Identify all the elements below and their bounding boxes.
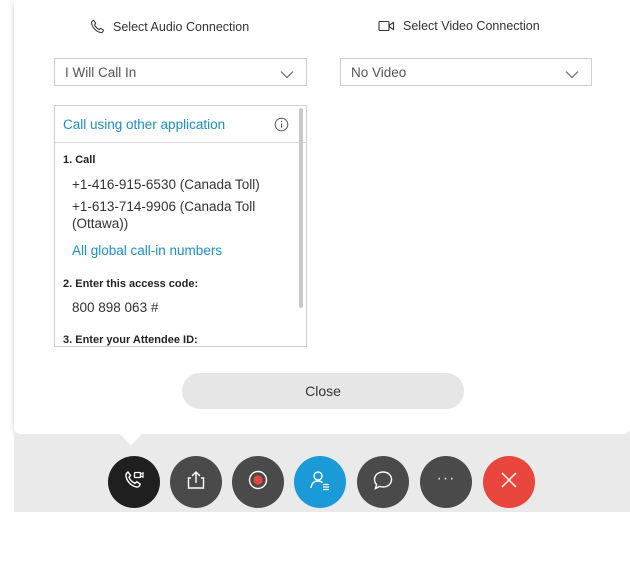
info-icon[interactable] [274,117,289,135]
phone-icon [90,19,105,34]
chevron-down-icon [280,67,294,82]
participants-icon [308,468,332,497]
global-call-in-numbers-link[interactable]: All global call-in numbers [72,243,222,258]
video-connection-label: Select Video Connection [403,19,540,33]
scrollbar[interactable] [299,108,303,308]
audio-connection-label: Select Audio Connection [113,19,250,34]
call-other-application-link[interactable]: Call using other application [63,117,225,132]
chat-icon [372,469,394,496]
more-options-button[interactable]: ··· [420,456,472,508]
call-in-details-panel: Call using other application 1. Call +1-… [54,105,307,347]
audio-selected-value: I Will Call In [65,64,137,80]
close-x-icon [499,470,519,495]
chat-button[interactable] [357,456,409,508]
audio-connection-select[interactable]: I Will Call In [54,58,307,86]
record-icon [247,469,269,496]
participants-button[interactable] [294,456,346,508]
audio-connection-button[interactable] [108,456,160,508]
video-selected-value: No Video [351,64,407,80]
audio-connection-header: Select Audio Connection [90,19,249,34]
video-connection-header: Select Video Connection [378,19,540,33]
record-button[interactable] [232,456,284,508]
leave-meeting-button[interactable] [483,456,535,508]
share-icon [185,469,207,496]
share-button[interactable] [170,456,222,508]
video-connection-select[interactable]: No Video [340,58,592,86]
call-other-application-row: Call using other application [55,106,306,143]
call-in-number-ottawa-cont: (Ottawa)) [72,216,129,231]
close-button[interactable]: Close [182,373,464,409]
access-code-value: 800 898 063 # [72,300,159,315]
call-in-number-toronto: +1-416-915-6530 (Canada Toll) [72,177,260,192]
video-camera-icon [378,19,395,33]
popover-pointer [118,432,144,445]
step-attendee-id-label: 3. Enter your Attendee ID: [63,334,198,346]
step-call-label: 1. Call [63,154,96,166]
phone-video-icon [122,468,146,497]
call-in-number-ottawa: +1-613-714-9906 (Canada Toll [72,199,256,214]
chevron-down-icon [565,67,579,82]
more-icon: ··· [436,470,456,487]
step-access-code-label: 2. Enter this access code: [63,278,199,290]
